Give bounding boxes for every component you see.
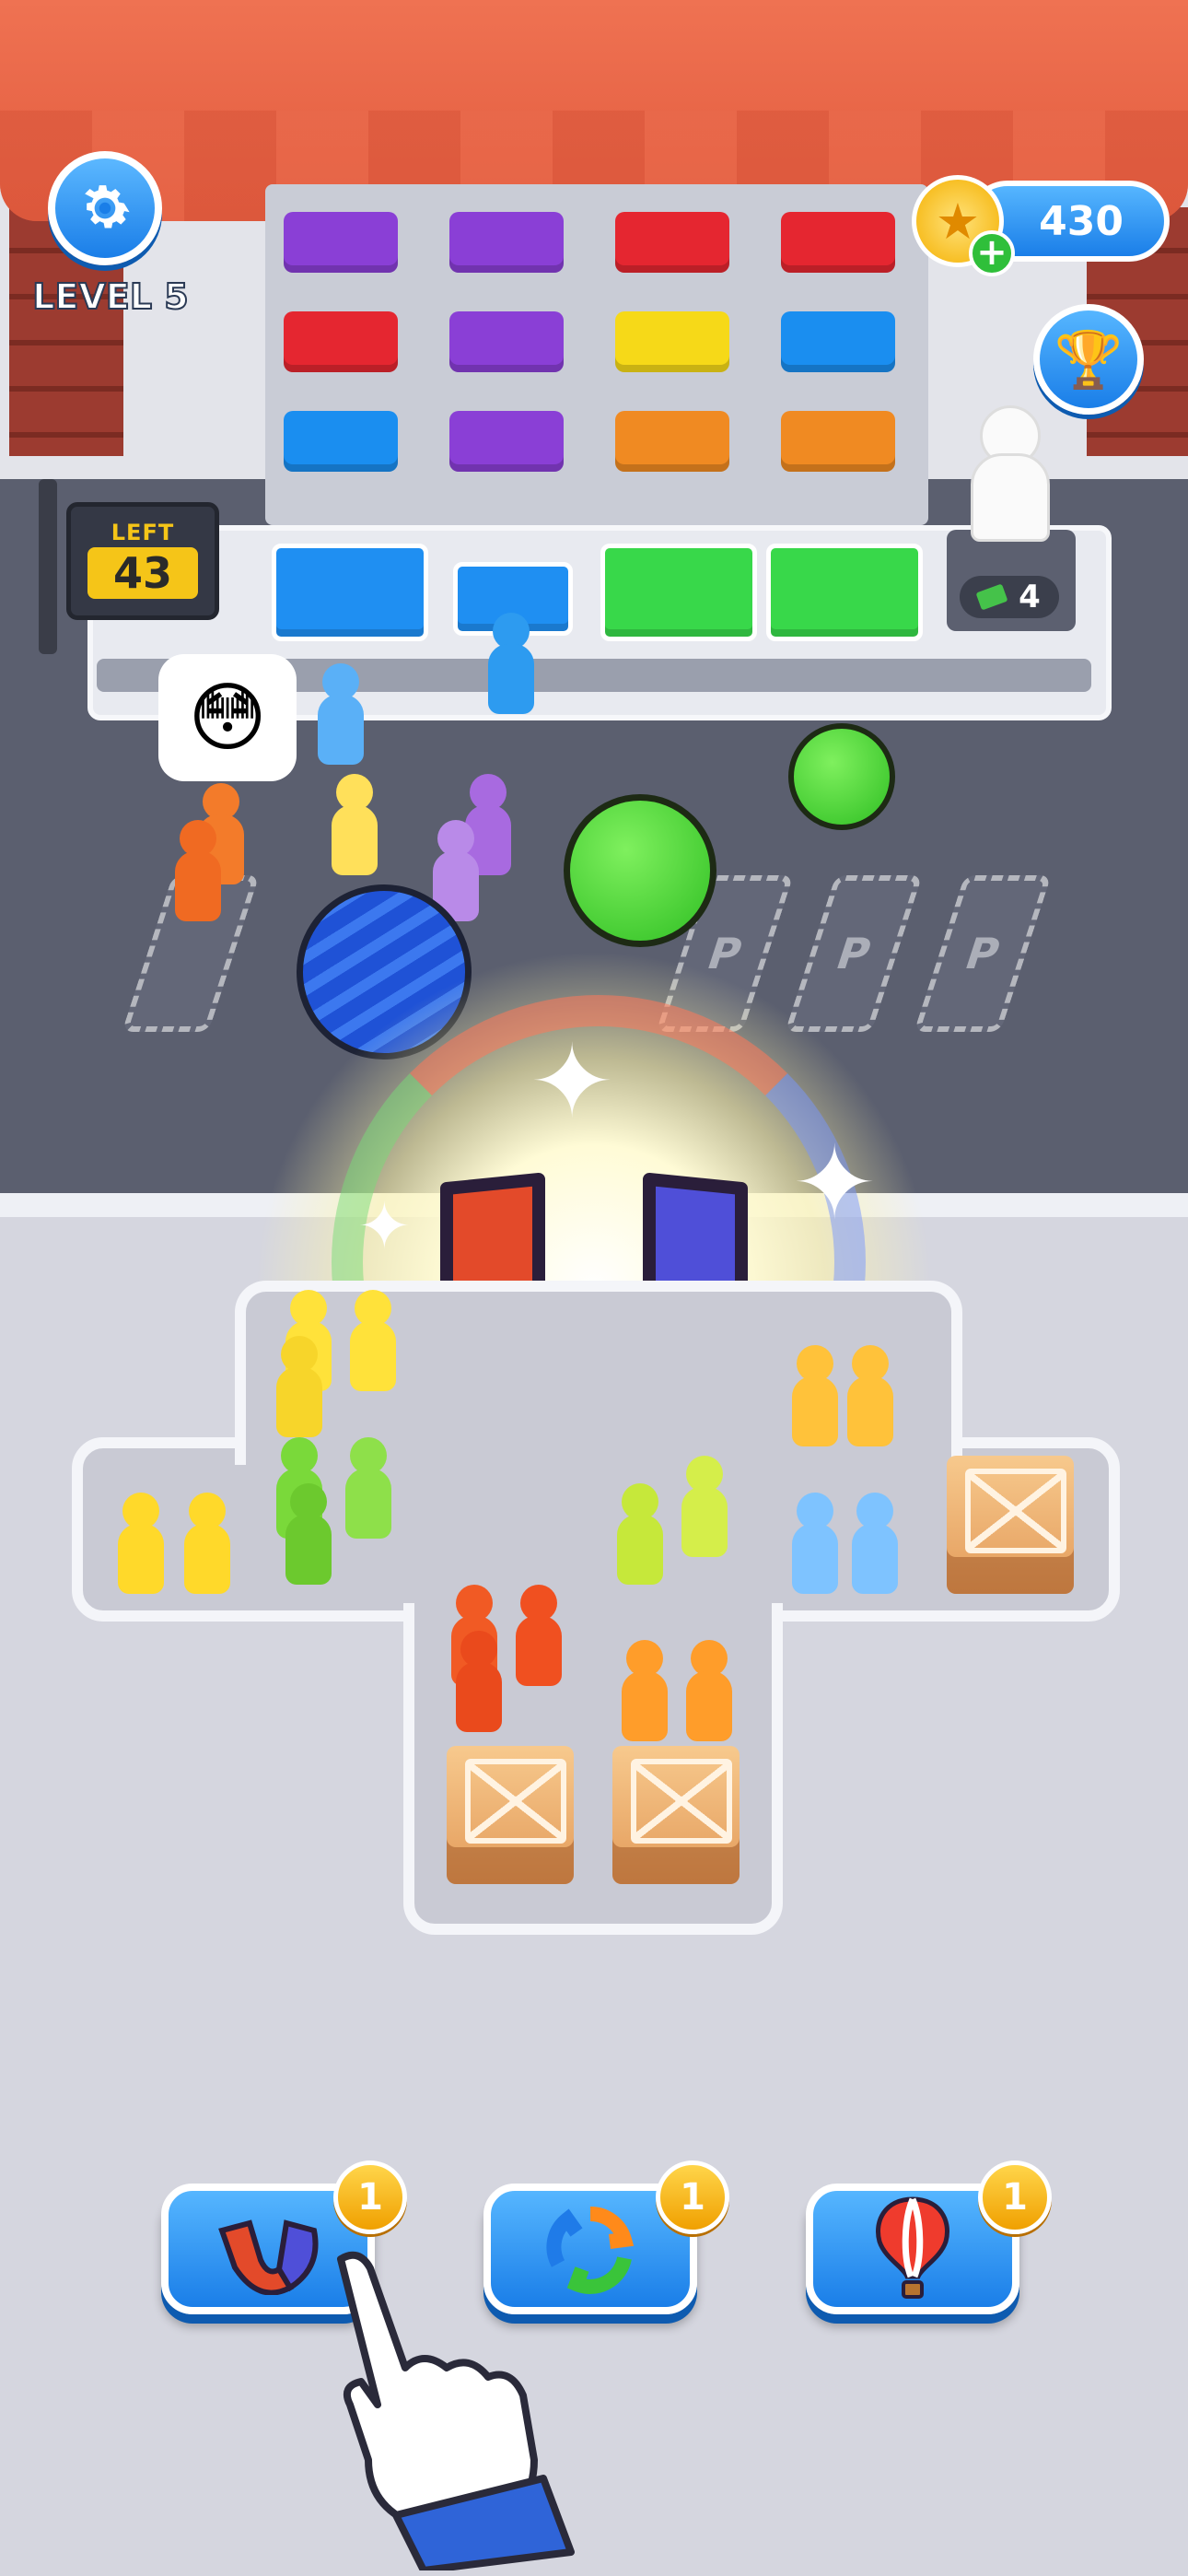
emotion-bubble: 😳 xyxy=(158,654,297,781)
settings-button[interactable] xyxy=(48,151,162,265)
order-slot-green xyxy=(766,544,923,641)
wooden-crate xyxy=(447,1746,574,1884)
cash-counter: 4 xyxy=(960,576,1059,618)
add-coins-button[interactable]: + xyxy=(969,230,1015,276)
crowd-yellow xyxy=(276,1336,322,1439)
shelf-item-orange-pumpkin xyxy=(615,411,729,472)
shelf-item-blue-cupcake xyxy=(781,311,895,372)
crowd-orange xyxy=(686,1640,732,1743)
hot-air-balloon-icon xyxy=(876,2196,949,2299)
coin-count: 430 xyxy=(1039,197,1124,245)
cashier xyxy=(965,405,1050,542)
trophy-icon: 🏆 xyxy=(1054,327,1124,392)
cash-register: 4 xyxy=(947,530,1076,631)
shelf-item-purple-cake xyxy=(449,411,564,472)
crowd-green xyxy=(345,1437,391,1540)
crowd-red xyxy=(516,1585,562,1688)
level-label: LEVEL 5 xyxy=(31,275,189,318)
crowd-orange xyxy=(847,1345,893,1448)
shelf-item-red-cup xyxy=(615,212,729,273)
wooden-crate xyxy=(947,1456,1074,1594)
left-count: 43 xyxy=(87,547,198,599)
sparkle-icon: ✦ xyxy=(357,1188,412,1264)
crowd-lightblue xyxy=(852,1493,898,1596)
order-slot-green xyxy=(600,544,757,641)
street-lamp-post xyxy=(39,479,57,654)
shelf-item-purple-cake xyxy=(449,311,564,372)
flying-green-apple xyxy=(564,794,716,947)
shelf-item-yellow-fries xyxy=(615,311,729,372)
crowd-yellow xyxy=(184,1493,230,1596)
wooden-crate xyxy=(612,1746,740,1884)
shopper-orange xyxy=(175,820,221,923)
crowd-lime xyxy=(681,1456,728,1559)
magnet-icon xyxy=(218,2219,319,2295)
sparkle-icon: ✦ xyxy=(530,1023,615,1141)
crowd-red xyxy=(456,1631,502,1734)
crowd-orange xyxy=(792,1345,838,1448)
gear-icon xyxy=(85,185,130,228)
shopper-blue xyxy=(318,663,364,767)
crowd-green xyxy=(285,1483,332,1587)
crowd-yellow xyxy=(350,1290,396,1393)
shopper-yellow xyxy=(332,774,378,877)
leaderboard-button[interactable]: 🏆 xyxy=(1033,304,1144,415)
left-label: LEFT xyxy=(111,520,175,545)
tutorial-hand-icon xyxy=(337,2251,575,2570)
crowd-orange xyxy=(622,1640,668,1743)
cash-icon xyxy=(975,583,1008,611)
shelf-item-purple-cake xyxy=(284,212,398,273)
order-slot-blue xyxy=(272,544,428,641)
crowd-lightblue xyxy=(792,1493,838,1596)
crowd-lime xyxy=(617,1483,663,1587)
left-counter-sign: LEFT 43 xyxy=(66,502,219,620)
flushed-face-icon: 😳 xyxy=(188,673,267,762)
shelf-unit xyxy=(265,184,928,525)
cash-count: 4 xyxy=(1019,579,1041,615)
sparkle-icon: ✦ xyxy=(792,1124,878,1242)
shopper-blue xyxy=(488,613,534,716)
crowd-yellow xyxy=(118,1493,164,1596)
flying-green-apple xyxy=(788,723,895,830)
magnet-booster-count: 1 xyxy=(333,2160,407,2234)
shelf-item-orange-pumpkin xyxy=(781,411,895,472)
shuffle-booster-count: 1 xyxy=(656,2160,729,2234)
shelf-item-red-cup xyxy=(284,311,398,372)
shelf-item-purple-cake xyxy=(449,212,564,273)
balloon-booster-count: 1 xyxy=(978,2160,1052,2234)
shelf-item-red-cup xyxy=(781,212,895,273)
shelf-item-blue-cupcake xyxy=(284,411,398,472)
